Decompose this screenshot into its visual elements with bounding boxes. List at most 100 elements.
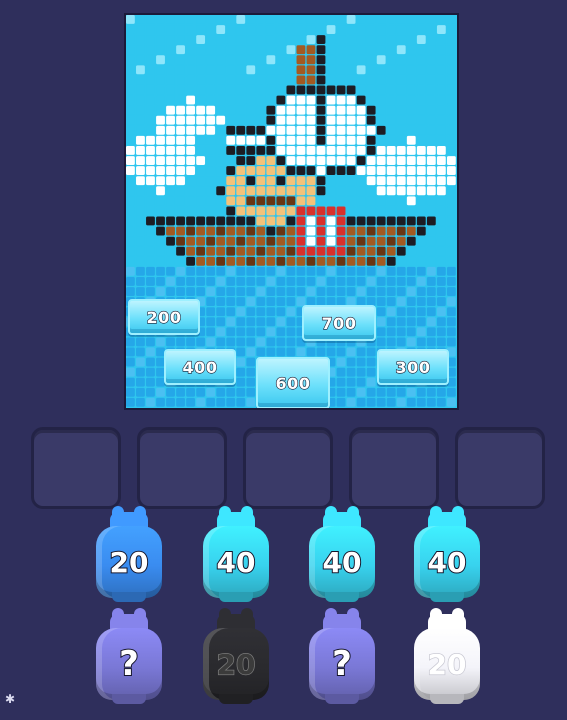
empty-slot-4[interactable] [349, 427, 439, 509]
pixel-bead [326, 206, 336, 216]
color-bottle-row1-3[interactable]: 40 [309, 506, 375, 602]
pixel-bead [166, 35, 175, 45]
pixel-bead [346, 287, 356, 296]
pixel-bead [326, 75, 336, 85]
pixel-bead [286, 317, 296, 327]
pixel-bead [336, 166, 346, 176]
pixel-bead [276, 256, 286, 266]
pixel-bead [396, 146, 406, 155]
pixel-bead [216, 196, 226, 206]
pixel-bead [396, 156, 406, 165]
pixel-bead [136, 277, 145, 286]
locked-bottle-row2-4[interactable]: 20 [414, 608, 480, 704]
pixel-bead [276, 287, 286, 296]
pixel-bead [186, 85, 196, 95]
pixel-bead [356, 287, 366, 296]
pixel-bead [216, 307, 226, 317]
pixel-bead [416, 45, 426, 55]
pixel-bead [236, 307, 246, 317]
pixel-bead [326, 216, 336, 226]
pixel-bead [226, 35, 236, 45]
pixel-bead [146, 75, 155, 85]
pixel-bead [186, 166, 196, 176]
pixel-bead [426, 135, 436, 145]
pixel-bead [216, 176, 226, 186]
pixel-bead [266, 55, 276, 65]
pixel-bead [206, 146, 216, 155]
pixel-bead [356, 135, 366, 145]
pixel-bead [356, 397, 366, 407]
pixel-bead [176, 15, 185, 24]
pixel-bead [366, 115, 376, 125]
pixel-bead [306, 206, 316, 216]
pixel-bead [416, 277, 426, 286]
pixel-bead [316, 55, 326, 65]
value-block-700[interactable]: 700 [302, 305, 376, 341]
pixel-bead [336, 277, 346, 286]
color-bottle-row1-4[interactable]: 40 [414, 506, 480, 602]
pixel-bead [326, 125, 336, 135]
pixel-bead [186, 135, 196, 145]
pixel-bead [306, 287, 316, 296]
mystery-bottle-row2-1[interactable]: ? [96, 608, 162, 704]
pixel-bead [126, 367, 135, 377]
pixel-bead [406, 256, 416, 266]
pixel-bead [396, 135, 406, 145]
pixel-bead [296, 196, 306, 206]
pixel-bead [166, 25, 175, 34]
pixel-bead [316, 236, 326, 246]
pixel-bead [376, 307, 386, 317]
empty-slot-5[interactable] [455, 427, 545, 509]
pixel-bead [346, 347, 356, 357]
pixel-bead [306, 347, 316, 357]
pixel-bead [446, 256, 456, 266]
color-bottle-row1-2[interactable]: 40 [203, 506, 269, 602]
value-block-300[interactable]: 300 [377, 349, 449, 385]
color-bottle-row1-1[interactable]: 20 [96, 506, 162, 602]
pixel-bead [326, 135, 336, 145]
value-block-400[interactable]: 400 [164, 349, 236, 385]
empty-slot-2[interactable] [137, 427, 227, 509]
pixel-bead [336, 55, 346, 65]
pixel-bead [306, 176, 316, 186]
empty-slot-1[interactable] [31, 427, 121, 509]
pixel-bead [126, 337, 135, 347]
pixel-bead [366, 35, 376, 45]
locked-bottle-row2-2[interactable]: 20 [203, 608, 269, 704]
pixel-bead [356, 55, 366, 65]
pixel-bead [156, 115, 165, 125]
pixel-bead [196, 226, 206, 236]
pixel-bead [406, 35, 416, 45]
empty-slot-3[interactable] [243, 427, 333, 509]
pixel-bead [276, 125, 286, 135]
pixel-bead [166, 15, 175, 24]
pixel-bead [336, 266, 346, 276]
pixel-bead [446, 75, 456, 85]
pixel-bead [286, 15, 296, 24]
pixel-bead [356, 125, 366, 135]
pixel-bead [156, 85, 165, 95]
pixel-bead [206, 15, 216, 24]
pixel-bead [156, 156, 165, 165]
pixel-bead [166, 115, 175, 125]
pixel-bead [326, 146, 336, 155]
pixel-bead [126, 397, 135, 407]
pixel-bead [346, 236, 356, 246]
pixel-bead [406, 277, 416, 286]
pixel-bead [146, 125, 155, 135]
value-block-200[interactable]: 200 [128, 299, 200, 335]
pixel-bead [156, 226, 165, 236]
pixel-bead [356, 196, 366, 206]
value-block-600[interactable]: 600 [256, 357, 330, 408]
pixel-bead [146, 85, 155, 95]
mystery-bottle-row2-3[interactable]: ? [309, 608, 375, 704]
pixel-bead [146, 146, 155, 155]
bottle-base [219, 592, 253, 602]
pixel-bead [326, 256, 336, 266]
pixel-bead [346, 115, 356, 125]
pixel-bead [446, 397, 456, 407]
pixel-bead [246, 196, 256, 206]
pixel-bead [266, 25, 276, 34]
pixel-bead [246, 95, 256, 105]
pixel-bead [126, 75, 135, 85]
